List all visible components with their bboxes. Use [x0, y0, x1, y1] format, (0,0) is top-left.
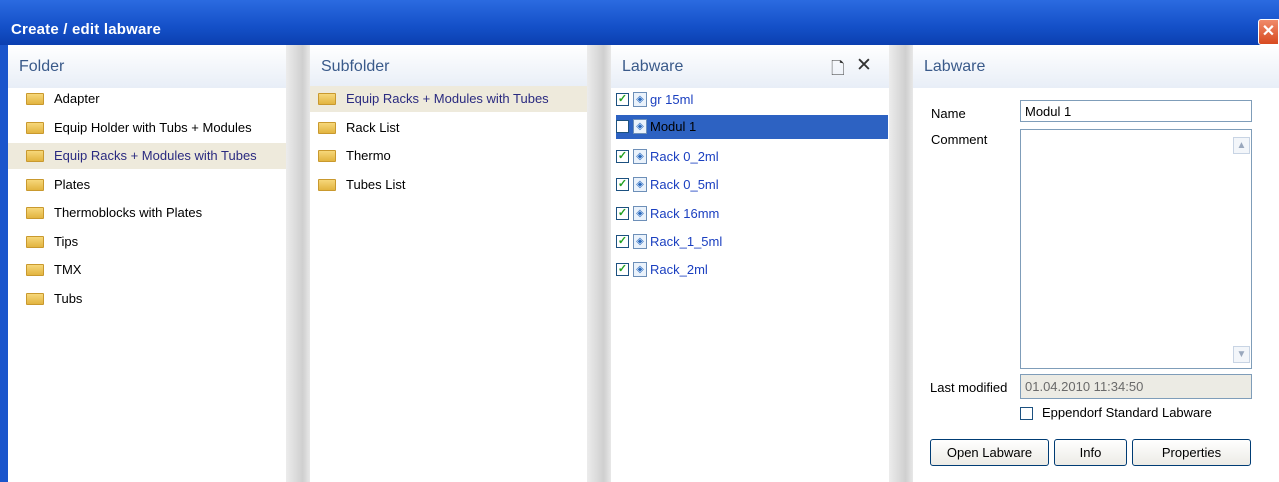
labware-list-item[interactable]: ✓ ◈ gr 15ml	[616, 88, 693, 112]
labware-list-item[interactable]: ✓ ◈ Rack 0_2ml	[616, 145, 719, 169]
name-input[interactable]	[1020, 100, 1252, 122]
folder-item[interactable]: Plates	[8, 172, 286, 198]
labware-list-header-label: Labware	[622, 58, 684, 75]
subfolder-header-label: Subfolder	[321, 58, 390, 75]
folder-header: Folder	[8, 45, 286, 88]
labware-checkbox[interactable]: ✓	[616, 235, 629, 249]
panel-divider	[889, 45, 913, 482]
panel-divider	[587, 45, 611, 482]
subfolder-item[interactable]: Thermo	[310, 143, 587, 169]
close-icon: ✕	[1261, 23, 1276, 40]
labware-icon: ◈	[633, 262, 647, 278]
panel-divider	[286, 45, 310, 482]
labware-list-item[interactable]: ✓ ◈ Rack_1_5ml	[616, 230, 722, 254]
labware-checkbox[interactable]	[616, 120, 629, 134]
scroll-down-icon[interactable]: ▼	[1233, 346, 1250, 363]
folder-item[interactable]: Tips	[8, 229, 286, 255]
labware-checkbox[interactable]: ✓	[616, 207, 629, 221]
standard-labware-checkbox[interactable]	[1020, 407, 1033, 420]
details-header: Labware	[913, 45, 1279, 88]
folder-icon	[26, 149, 44, 162]
labware-icon: ◈	[633, 206, 647, 222]
folder-header-label: Folder	[19, 58, 65, 75]
last-modified-label: Last modified	[930, 380, 1008, 395]
subfolder-item-selected[interactable]: Equip Racks + Modules with Tubes	[310, 86, 587, 112]
delete-x-icon[interactable]: ✕	[856, 54, 872, 77]
close-window-button[interactable]: ✕	[1258, 19, 1279, 45]
folder-item[interactable]: Equip Holder with Tubs + Modules	[8, 115, 286, 141]
subfolder-header: Subfolder	[310, 45, 587, 88]
labware-list-item[interactable]: ✓ ◈ Rack_2ml	[616, 258, 708, 282]
window-title: Create / edit labware	[11, 21, 162, 38]
folder-icon	[26, 92, 44, 105]
labware-checkbox[interactable]: ✓	[616, 263, 629, 277]
details-header-label: Labware	[924, 58, 986, 75]
labware-icon: ◈	[633, 177, 647, 193]
labware-icon: ◈	[633, 119, 647, 135]
folder-item[interactable]: Tubs	[8, 286, 286, 312]
labware-icon: ◈	[633, 92, 647, 108]
open-labware-button[interactable]: Open Labware	[930, 439, 1049, 466]
title-bar: Create / edit labware ✕	[0, 0, 1279, 45]
folder-item[interactable]: Adapter	[8, 86, 286, 112]
folder-icon	[26, 206, 44, 219]
labware-list-header: Labware	[611, 45, 889, 88]
folder-icon	[26, 235, 44, 248]
folder-item[interactable]: TMX	[8, 257, 286, 283]
folder-icon	[318, 121, 336, 134]
new-document-icon[interactable]: 🗋	[831, 56, 845, 85]
folder-icon	[26, 263, 44, 276]
folder-icon	[318, 149, 336, 162]
subfolder-item[interactable]: Rack List	[310, 115, 587, 141]
last-modified-field: 01.04.2010 11:34:50	[1020, 374, 1252, 399]
labware-icon: ◈	[633, 234, 647, 250]
folder-item-selected[interactable]: Equip Racks + Modules with Tubes	[8, 143, 286, 169]
folder-item[interactable]: Thermoblocks with Plates	[8, 200, 286, 226]
labware-list-item[interactable]: ✓ ◈ Rack 0_5ml	[616, 173, 719, 197]
labware-icon: ◈	[633, 149, 647, 165]
comment-textarea[interactable]	[1020, 129, 1252, 369]
labware-checkbox[interactable]: ✓	[616, 150, 629, 164]
folder-icon	[318, 178, 336, 191]
labware-checkbox[interactable]: ✓	[616, 93, 629, 107]
labware-list-item[interactable]: ✓ ◈ Rack 16mm	[616, 202, 719, 226]
labware-checkbox[interactable]: ✓	[616, 178, 629, 192]
comment-label: Comment	[931, 132, 988, 147]
standard-labware-label: Eppendorf Standard Labware	[1042, 405, 1212, 420]
scroll-up-icon[interactable]: ▲	[1233, 137, 1250, 154]
labware-list-item-selected[interactable]: ◈ Modul 1	[616, 115, 888, 139]
info-button[interactable]: Info	[1054, 439, 1127, 466]
folder-icon	[26, 121, 44, 134]
subfolder-item[interactable]: Tubes List	[310, 172, 587, 198]
window-frame-left	[0, 45, 8, 482]
folder-icon	[26, 292, 44, 305]
folder-icon	[318, 92, 336, 105]
name-label: Name	[931, 106, 966, 121]
folder-icon	[26, 178, 44, 191]
properties-button[interactable]: Properties	[1132, 439, 1251, 466]
